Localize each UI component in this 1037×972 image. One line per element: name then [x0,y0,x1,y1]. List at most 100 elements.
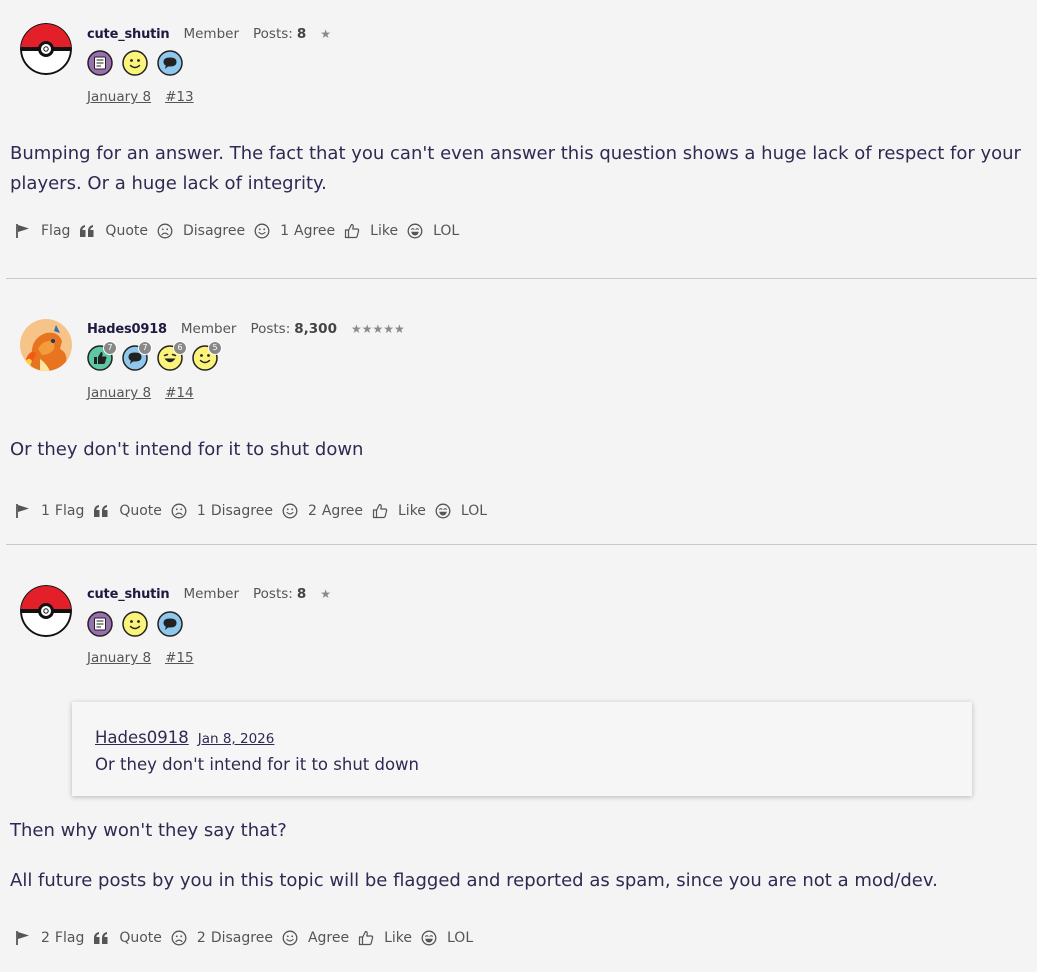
action-label: Like [370,223,399,239]
disagree-button[interactable]: 1 Disagree [171,503,273,519]
post-paragraph: Bumping for an answer. The fact that you… [10,143,1021,194]
like-icon [358,930,379,946]
posts-count: 8,300 [294,321,337,337]
flag-button[interactable]: 2 Flag [15,930,84,946]
post-meta: January 8 #15 [87,650,208,666]
user-avatar[interactable] [20,319,72,371]
action-label: Flag [54,503,85,519]
action-label: Agree [321,503,363,519]
post-content: Or they don't intend for it to shut down [0,435,1031,465]
lol-button[interactable]: LOL [435,503,487,519]
action-label: Disagree [210,503,273,519]
notebook-badge-icon[interactable] [87,50,113,76]
agree-button[interactable]: Agree [282,930,349,946]
speech-bubble-badge-icon[interactable] [157,50,183,76]
badge-list [87,611,183,637]
lol-button[interactable]: LOL [421,930,473,946]
post-paragraph: All future posts by you in this topic wi… [10,870,938,891]
user-role: Member [183,26,239,42]
forum-post: cute_shutin Member Posts: 8 ★ January 8 #13 Bum… [0,0,1037,278]
notebook-badge-icon[interactable] [87,611,113,637]
reaction-count: 1 [280,223,290,239]
post-meta: January 8 #13 [87,89,208,105]
action-label: Quote [119,930,162,946]
flag-button[interactable]: Flag [15,223,70,239]
disagree-button[interactable]: Disagree [157,223,245,239]
username-link[interactable]: Hades0918 [87,322,167,337]
badge-count: 7 [103,341,117,355]
quote-button[interactable]: Quote [79,223,148,239]
quote-icon [79,224,100,238]
action-label: Quote [119,503,162,519]
post-paragraph: Or they don't intend for it to shut down [10,439,364,460]
like-button[interactable]: Like [358,930,412,946]
agree-icon [282,503,303,519]
action-label: Like [384,930,412,946]
posts-count-label: Posts: [250,321,291,337]
like-button[interactable]: Like [372,503,426,519]
post-actions: Flag Quote Disagree 1 Agree Like LOL [0,223,468,239]
agree-button[interactable]: 1 Agree [254,223,335,239]
quote-text: Or they don't intend for it to shut down [95,755,420,774]
action-label: LOL [433,223,460,239]
posts-count-label: Posts: [253,26,293,42]
quoted-post: Hades0918 Jan 8, 2026 Or they don't intend… [72,702,972,796]
flag-icon [15,503,36,519]
post-permalink[interactable]: #13 [165,89,194,105]
rank-stars: ★ [320,27,331,41]
thumbs-up-badge-icon[interactable]: 7 [87,341,117,371]
disagree-icon [171,503,192,519]
flag-icon [15,223,36,239]
username-link[interactable]: cute_shutin [87,587,170,602]
lol-icon [407,223,428,239]
smiley-badge-icon[interactable]: 5 [192,341,222,371]
lol-button[interactable]: LOL [407,223,459,239]
smiley-badge-icon[interactable] [122,611,148,637]
reaction-count: 2 [307,503,317,519]
like-button[interactable]: Like [344,223,398,239]
action-label: Disagree [210,930,273,946]
action-label: Agree [294,223,336,239]
lol-icon [435,503,456,519]
smiley-badge-icon[interactable] [122,50,148,76]
badge-count: 5 [208,341,222,355]
action-label: Disagree [182,223,246,239]
posts-count-label: Posts: [253,586,293,602]
post-permalink[interactable]: #15 [165,650,194,666]
flag-icon [15,930,36,946]
badge-count: 6 [173,341,187,355]
disagree-icon [171,930,192,946]
post-body: Bumping for an answer. The fact that you… [0,139,1031,199]
disagree-button[interactable]: 2 Disagree [171,930,273,946]
post-date-link[interactable]: January 8 [87,89,151,105]
speech-bubble-badge-icon[interactable] [157,611,183,637]
lol-icon [421,930,442,946]
posts-count: 8 [296,586,307,602]
post-permalink[interactable]: #14 [165,385,194,401]
username-link[interactable]: cute_shutin [87,27,170,42]
agree-icon [282,930,303,946]
user-avatar[interactable] [20,585,72,637]
quote-header: Hades0918 Jan 8, 2026 [95,728,949,747]
agree-button[interactable]: 2 Agree [282,503,363,519]
action-label: LOL [460,503,488,519]
speech-bubble-badge-icon[interactable]: 7 [122,341,152,371]
agree-icon [254,223,275,239]
post-date-link[interactable]: January 8 [87,650,151,666]
user-avatar[interactable] [20,23,72,75]
reaction-count: 1 [196,503,206,519]
quote-author-link[interactable]: Hades0918 [95,728,189,747]
quote-date-link[interactable]: Jan 8, 2026 [198,731,275,747]
like-icon [372,503,393,519]
user-role: Member [183,586,239,602]
quote-button[interactable]: Quote [93,503,162,519]
rank-stars: ★★★★★ [350,322,405,336]
quote-button[interactable]: Quote [93,930,162,946]
posts-count: 8 [296,26,307,42]
post-date-link[interactable]: January 8 [87,385,151,401]
post-body: Or they don't intend for it to shut down [0,435,1031,465]
disagree-icon [157,223,178,239]
badge-count: 7 [138,341,152,355]
laughing-badge-icon[interactable]: 6 [157,341,187,371]
flag-button[interactable]: 1 Flag [15,503,84,519]
